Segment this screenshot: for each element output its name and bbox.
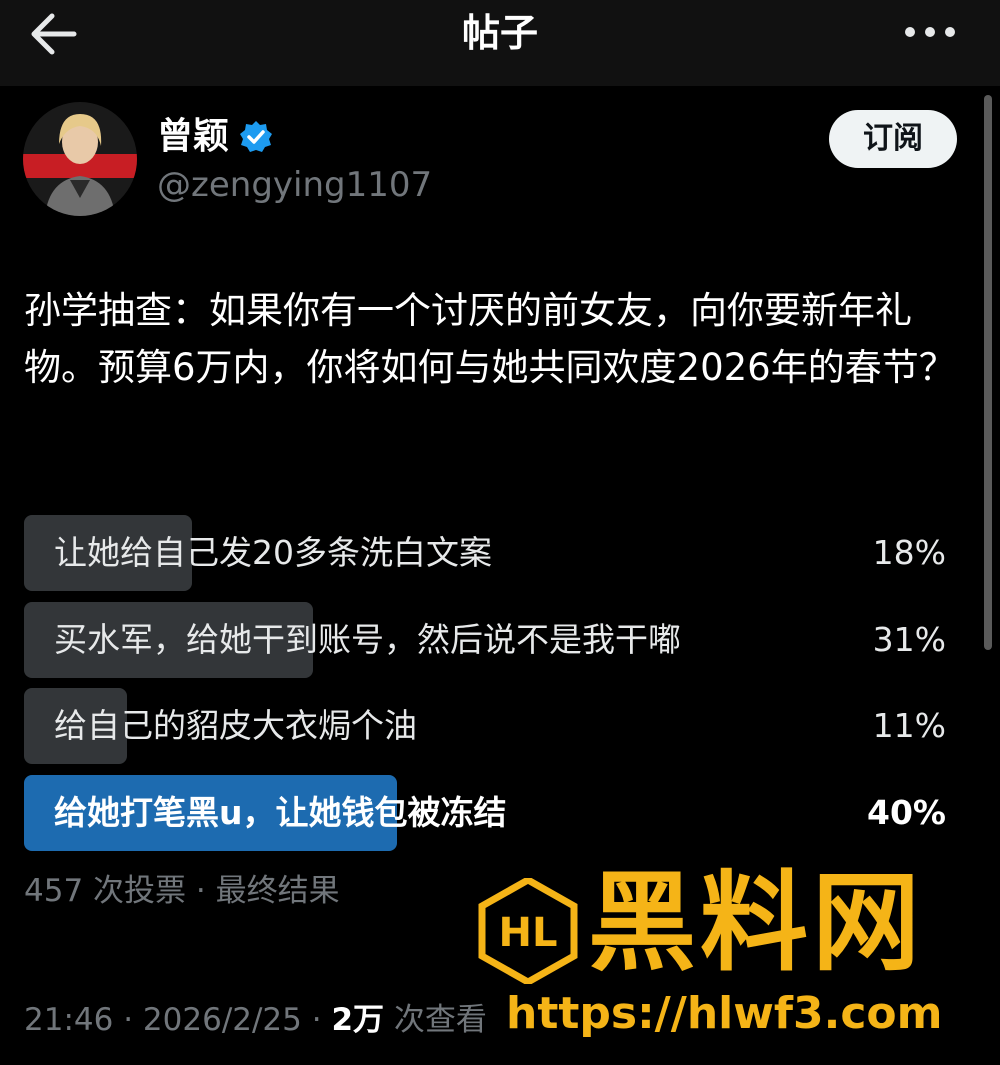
poll-option: 让她给自己发20多条洗白文案 18% (24, 515, 956, 591)
poll-option-label: 让她给自己发20多条洗白文案 (54, 533, 492, 572)
poll-option-percent: 31% (872, 620, 946, 659)
verified-badge-icon (240, 121, 272, 152)
watermark-url: https://hlwf3.com (506, 988, 943, 1039)
poll-option-percent: 18% (872, 533, 946, 572)
poll-option-winner: 给她打笔黑u，让她钱包被冻结 40% (24, 775, 956, 851)
watermark-title: 黑料网 (588, 861, 925, 986)
subscribe-button[interactable]: 订阅 (829, 110, 957, 168)
watermark-logo: HL (478, 878, 578, 984)
post-date: 2026/2/25 (142, 1002, 302, 1038)
poll-option-label: 给自己的貂皮大衣焗个油 (54, 706, 417, 745)
page-title: 帖子 (461, 11, 538, 55)
more-horizontal-icon[interactable] (902, 18, 958, 46)
top-bar: 帖子 (0, 0, 1000, 86)
separator-dot: · (123, 1002, 143, 1038)
watermark-logo-text: HL (499, 910, 558, 956)
separator-dot: · (311, 1002, 332, 1038)
author-handle[interactable]: @zengying1107 (157, 162, 432, 208)
poll-option-percent: 11% (872, 706, 946, 745)
view-count: 2万 (331, 1002, 385, 1038)
avatar[interactable] (23, 102, 137, 216)
poll-option-label: 给她打笔黑u，让她钱包被冻结 (54, 793, 507, 832)
post-footer: 21:46 · 2026/2/25 · 2万 次查看 (24, 997, 487, 1043)
post-text: 孙学抽查：如果你有一个讨厌的前女友，向你要新年礼物。预算6万内，你将如何与她共同… (24, 289, 956, 389)
post-time: 21:46 (24, 1002, 114, 1038)
scrollbar[interactable] (984, 95, 992, 650)
poll-option: 买水军，给她干到账号，然后说不是我干嘟 31% (24, 602, 956, 678)
poll-option-label: 买水军，给她干到账号，然后说不是我干嘟 (54, 620, 681, 659)
poll-results-meta: 457 次投票 · 最终结果 (24, 873, 340, 909)
poll-option: 给自己的貂皮大衣焗个油 11% (24, 688, 956, 764)
author-name[interactable]: 曾颖 (157, 113, 229, 161)
view-count-label: 次查看 (393, 1002, 487, 1038)
poll-option-percent: 40% (867, 793, 946, 832)
